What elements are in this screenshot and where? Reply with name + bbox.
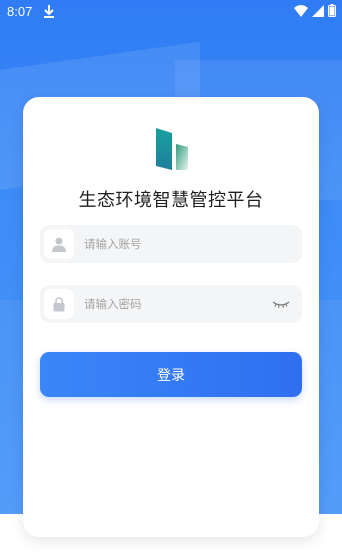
user-icon xyxy=(44,229,74,259)
status-icons xyxy=(294,4,336,17)
username-input[interactable] xyxy=(84,225,264,263)
username-field[interactable] xyxy=(40,225,302,263)
password-input[interactable] xyxy=(84,285,264,323)
password-field[interactable] xyxy=(40,285,302,323)
battery-icon xyxy=(328,4,336,17)
wifi-icon xyxy=(294,4,308,17)
signal-icon xyxy=(312,4,324,17)
login-card: 生态环境智慧管控平台 登录 xyxy=(23,97,319,537)
login-button[interactable]: 登录 xyxy=(40,352,302,397)
download-icon xyxy=(44,5,54,18)
status-time: 8:07 xyxy=(7,4,33,19)
page-title: 生态环境智慧管控平台 xyxy=(78,190,264,211)
lock-icon xyxy=(44,289,74,319)
status-bar: 8:07 xyxy=(0,0,342,24)
app-logo-icon xyxy=(156,128,188,170)
eye-closed-icon[interactable] xyxy=(272,297,290,311)
